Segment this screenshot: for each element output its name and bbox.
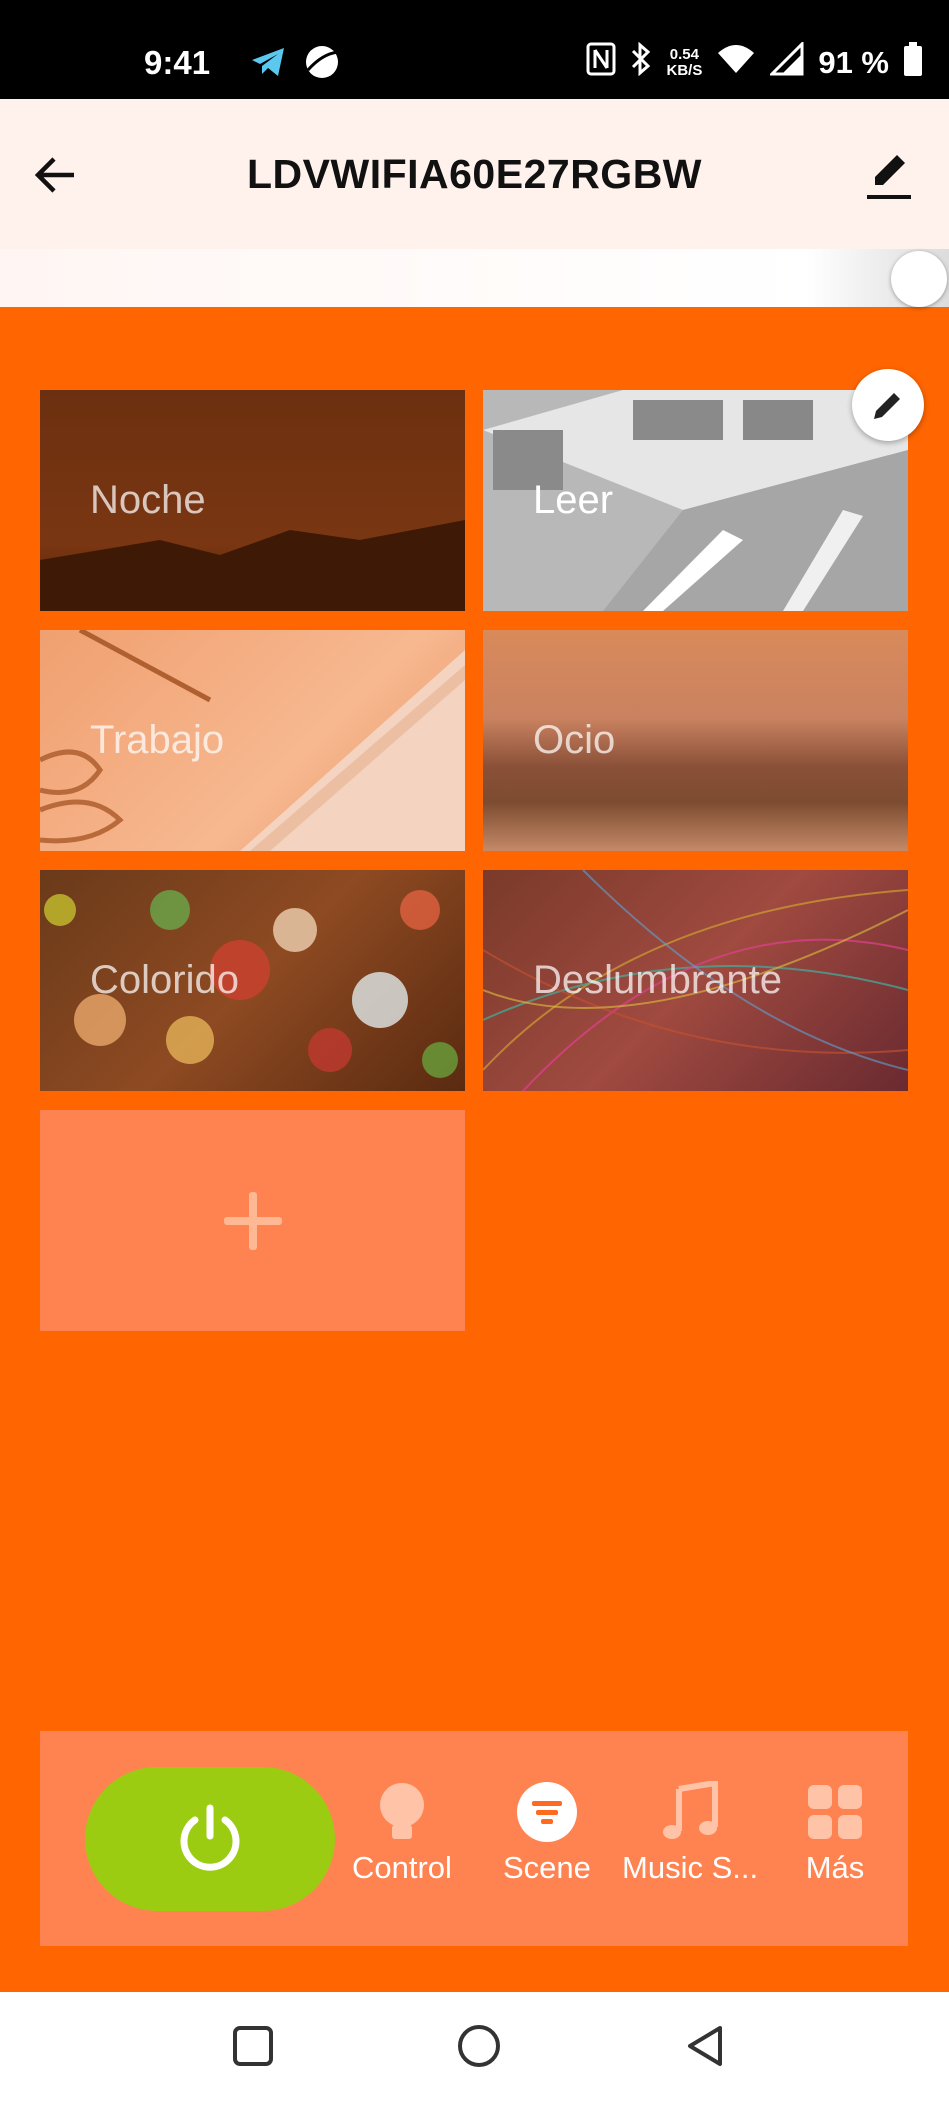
square-icon <box>233 2026 273 2066</box>
app-bar: LDVWIFIA60E27RGBW <box>0 99 949 249</box>
network-speed-value: 0.54 <box>669 46 699 63</box>
pencil-icon <box>867 155 911 199</box>
nav-label: Scene <box>503 1850 591 1885</box>
cell-signal-icon <box>768 40 804 84</box>
nav-label: Music S... <box>622 1850 759 1885</box>
scene-label: Deslumbrante <box>533 958 783 1002</box>
pencil-icon <box>874 393 900 419</box>
scene-label: Trabajo <box>90 718 225 762</box>
scene-label: Ocio <box>533 718 616 762</box>
battery-icon <box>903 42 923 84</box>
system-nav-bar <box>0 1992 949 2108</box>
add-scene-button[interactable] <box>40 1110 465 1331</box>
home-button[interactable] <box>455 2022 503 2070</box>
scene-tile-ocio[interactable]: Ocio <box>483 630 908 851</box>
triangle-back-icon <box>688 2026 722 2066</box>
bluetooth-icon <box>630 41 652 84</box>
nav-music[interactable]: Music S... <box>622 1780 758 1886</box>
status-system-icons: 0.54 KB/S 91 % <box>586 40 923 84</box>
plus-icon <box>223 1191 282 1250</box>
telegram-icon <box>248 42 288 87</box>
network-speed-unit: KB/S <box>666 62 703 79</box>
battery-text: 91 % <box>818 45 889 80</box>
nfc-icon <box>586 42 616 84</box>
nav-label: Control <box>352 1850 452 1885</box>
scene-tile-colorido[interactable]: Colorido <box>40 870 465 1091</box>
power-button[interactable] <box>85 1767 335 1911</box>
edit-device-button[interactable] <box>863 145 915 203</box>
nav-more[interactable]: Más <box>803 1780 867 1886</box>
status-bar: 9:41 0.54 KB/S 91 % <box>0 0 949 99</box>
scene-tile-noche[interactable]: Noche <box>40 390 465 611</box>
music-note-icon <box>658 1780 722 1844</box>
scene-label: Colorido <box>90 958 239 1002</box>
system-back-button[interactable] <box>682 2022 730 2070</box>
bulb-icon <box>370 1780 434 1844</box>
scene-tile-deslumbrante[interactable]: Deslumbrante <box>483 870 908 1091</box>
power-icon <box>180 1804 240 1871</box>
status-notification-icons <box>248 42 342 87</box>
nav-scene[interactable]: Scene <box>503 1780 591 1886</box>
scene-label: Noche <box>90 478 206 522</box>
network-speed: 0.54 KB/S <box>666 47 702 79</box>
scene-label: Leer <box>533 478 614 522</box>
brightness-slider-track[interactable] <box>0 249 949 307</box>
edit-scenes-button[interactable] <box>852 369 924 441</box>
recents-button[interactable] <box>229 2022 277 2070</box>
brightness-slider-knob[interactable] <box>891 251 947 307</box>
planet-icon <box>302 42 342 87</box>
device-title: LDVWIFIA60E27RGBW <box>247 151 702 197</box>
grid-icon <box>803 1780 867 1844</box>
status-time: 9:41 <box>144 44 211 81</box>
nav-control[interactable]: Control <box>352 1780 452 1886</box>
scene-icon <box>515 1780 579 1844</box>
nav-label: Más <box>805 1850 865 1885</box>
scene-tile-leer[interactable]: Leer <box>483 390 908 611</box>
scene-tile-trabajo[interactable]: Trabajo <box>40 630 465 851</box>
wifi-icon <box>716 43 756 83</box>
circle-icon <box>458 2025 500 2067</box>
